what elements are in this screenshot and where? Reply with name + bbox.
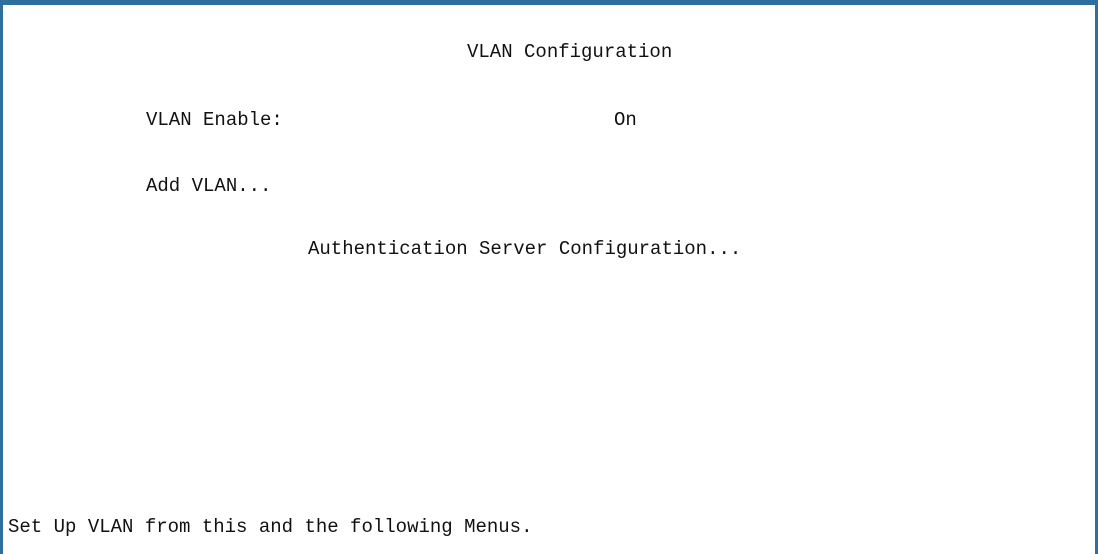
terminal-screen: VLAN Configuration VLAN Enable: On Add V… (0, 0, 1098, 554)
vlan-enable-toggle[interactable]: On (614, 109, 637, 131)
auth-server-config-menu-item[interactable]: Authentication Server Configuration... (308, 238, 741, 260)
vlan-enable-label: VLAN Enable: (146, 109, 283, 131)
add-vlan-menu-item[interactable]: Add VLAN... (146, 175, 271, 197)
status-message: Set Up VLAN from this and the following … (8, 516, 533, 538)
page-title: VLAN Configuration (467, 41, 673, 63)
